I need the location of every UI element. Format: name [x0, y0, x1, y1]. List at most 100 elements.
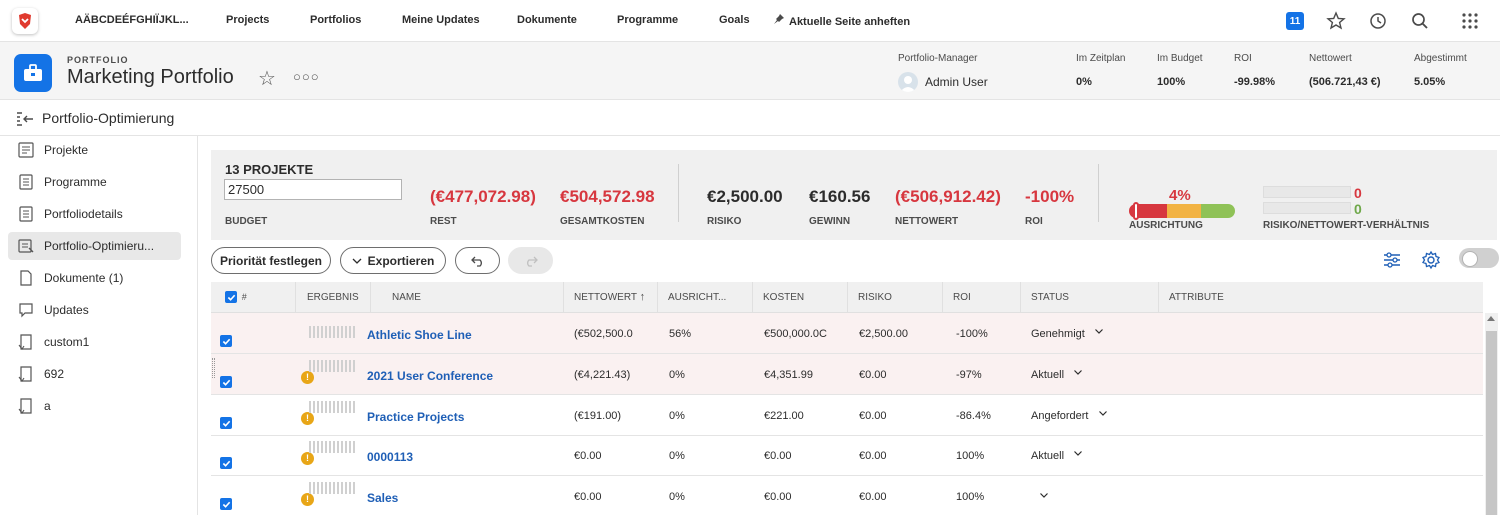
row-checkbox[interactable]: [220, 417, 232, 429]
table-row[interactable]: ! Practice Projects (€191.00) 0% €221.00 €0.0…: [211, 395, 1483, 436]
column-header-roi[interactable]: ROI: [943, 282, 1021, 313]
sidebar-item-updates[interactable]: Updates: [8, 296, 181, 324]
profit-value: €160.56: [809, 187, 871, 206]
status-cell[interactable]: Aktuell: [1031, 450, 1064, 462]
scroll-up-arrow-icon[interactable]: [1487, 316, 1495, 321]
status-cell[interactable]: Genehmigt: [1031, 328, 1085, 340]
status-chevron-down-icon[interactable]: [1039, 490, 1049, 500]
sidebar-item-custom1[interactable]: custom1: [8, 328, 181, 356]
nav-documents[interactable]: Dokumente: [517, 14, 577, 26]
result-bar-segment: [317, 326, 319, 338]
column-header-name[interactable]: NAME: [371, 282, 564, 313]
scrollbar-thumb[interactable]: [1486, 331, 1497, 515]
result-bar-segment: [341, 401, 343, 413]
row-checkbox[interactable]: [220, 376, 232, 388]
nav-goals[interactable]: Goals: [719, 14, 750, 26]
apps-grid-icon[interactable]: [1460, 11, 1480, 31]
result-bar-segment: [329, 360, 331, 372]
risk-ratio-label: RISIKO/NETTOWERT-VERHÄLTNIS: [1263, 220, 1430, 231]
status-chevron-down-icon[interactable]: [1073, 448, 1083, 458]
portfolio-briefcase-icon: [14, 54, 52, 92]
column-header-attributes[interactable]: ATTRIBUTE: [1159, 282, 1483, 313]
undo-button[interactable]: [455, 247, 500, 274]
on-time-value: 0%: [1076, 76, 1092, 88]
column-header-net-value[interactable]: NETTOWERT ↑: [564, 282, 658, 313]
column-header-result[interactable]: ERGEBNIS: [296, 282, 371, 313]
column-header-status[interactable]: STATUS: [1021, 282, 1159, 313]
project-name-link[interactable]: 0000113: [367, 450, 413, 464]
view-toggle[interactable]: [1459, 248, 1499, 268]
row-checkbox[interactable]: [220, 457, 232, 469]
project-name-link[interactable]: Practice Projects: [367, 410, 464, 424]
manager-name[interactable]: Admin User: [925, 75, 988, 89]
project-name-link[interactable]: Athletic Shoe Line: [367, 328, 472, 342]
status-cell[interactable]: Aktuell: [1031, 369, 1064, 381]
sidebar-item-portfolio-optimizer[interactable]: Portfolio-Optimieru...: [8, 232, 181, 260]
pin-page-button[interactable]: Aktuelle Seite anheften: [773, 13, 910, 28]
project-name-link[interactable]: Sales: [367, 491, 398, 505]
star-icon[interactable]: [1326, 11, 1346, 31]
result-bar-segment: [341, 441, 343, 453]
sidebar-item-programs[interactable]: Programme: [8, 168, 181, 196]
result-bar-segment: [333, 482, 335, 494]
sidebar-item-projects[interactable]: Projekte: [8, 136, 181, 164]
table-row[interactable]: ! Sales €0.00 0% €0.00 €0.00 100%: [211, 476, 1483, 515]
sidebar-item-label: Dokumente (1): [44, 271, 124, 285]
budget-input[interactable]: [224, 179, 402, 200]
notifications-badge[interactable]: 11: [1286, 12, 1304, 30]
sidebar-item-documents[interactable]: Dokumente (1): [8, 264, 181, 292]
result-bar-segment: [341, 360, 343, 372]
filter-settings-icon[interactable]: [1381, 249, 1403, 271]
favorite-star-icon[interactable]: ☆: [258, 66, 276, 91]
net-value-cell: (€4,221.43): [574, 369, 631, 381]
sidebar-item-label: Portfoliodetails: [44, 207, 123, 221]
avatar[interactable]: [898, 72, 918, 92]
redo-button[interactable]: [508, 247, 553, 274]
project-count: 13 PROJEKTE: [225, 162, 314, 177]
net-value-label: Nettowert: [1309, 53, 1352, 64]
result-bar-segment: [337, 482, 339, 494]
status-chevron-down-icon[interactable]: [1094, 326, 1104, 336]
user-menu[interactable]: AÄBCDEÉFGHIÏJKL...: [75, 14, 189, 26]
table-row[interactable]: ! 0000113 €0.00 0% €0.00 €0.00 100% Aktuell: [211, 435, 1483, 476]
workfront-logo-icon[interactable]: [12, 8, 38, 34]
sidebar-item-692[interactable]: 692: [8, 360, 181, 388]
net-value-label: NETTOWERT: [895, 216, 959, 227]
status-cell[interactable]: Angefordert: [1031, 410, 1088, 422]
cost-cell: €0.00: [764, 491, 792, 503]
search-icon[interactable]: [1410, 11, 1430, 31]
result-bar-segment: [317, 482, 319, 494]
alignment-cell: 0%: [669, 369, 685, 381]
status-chevron-down-icon[interactable]: [1098, 408, 1108, 418]
table-row[interactable]: ! 2021 User Conference (€4,221.43) 0% €4,351…: [211, 354, 1483, 395]
nav-programs[interactable]: Programme: [617, 14, 678, 26]
select-all-checkbox[interactable]: [225, 291, 237, 304]
nav-portfolios[interactable]: Portfolios: [310, 14, 361, 26]
column-header-alignment[interactable]: AUSRICHT...: [658, 282, 753, 313]
sidebar-item-portfolio-details[interactable]: Portfoliodetails: [8, 200, 181, 228]
sidebar-item-a[interactable]: a: [8, 392, 181, 420]
collapse-sidebar-icon[interactable]: [16, 111, 34, 127]
history-icon[interactable]: [1368, 11, 1388, 31]
gear-icon[interactable]: [1420, 249, 1442, 271]
row-checkbox[interactable]: [220, 498, 232, 510]
column-header-cost[interactable]: KOSTEN: [753, 282, 848, 313]
column-header-risk[interactable]: RISIKO: [848, 282, 943, 313]
custom-tab-icon: [18, 398, 32, 414]
more-options-icon[interactable]: ○○○: [293, 69, 320, 84]
export-button[interactable]: Exportieren: [340, 247, 446, 274]
set-priority-button[interactable]: Priorität festlegen: [211, 247, 331, 274]
drag-handle-icon[interactable]: [212, 358, 215, 378]
nav-my-updates[interactable]: Meine Updates: [402, 14, 480, 26]
table-row[interactable]: Athletic Shoe Line (€502,500.0 56% €500,000…: [211, 313, 1483, 354]
select-all-column[interactable]: #: [211, 282, 296, 313]
export-label: Exportieren: [367, 253, 435, 268]
status-chevron-down-icon[interactable]: [1073, 367, 1083, 377]
row-checkbox[interactable]: [220, 335, 232, 347]
roi-label: ROI: [1025, 216, 1043, 227]
alignment-gauge-orange: [1167, 204, 1202, 218]
project-name-link[interactable]: 2021 User Conference: [367, 369, 493, 383]
custom-tab-icon: [18, 366, 32, 382]
result-bar-segment: [349, 360, 351, 372]
nav-projects[interactable]: Projects: [226, 14, 269, 26]
